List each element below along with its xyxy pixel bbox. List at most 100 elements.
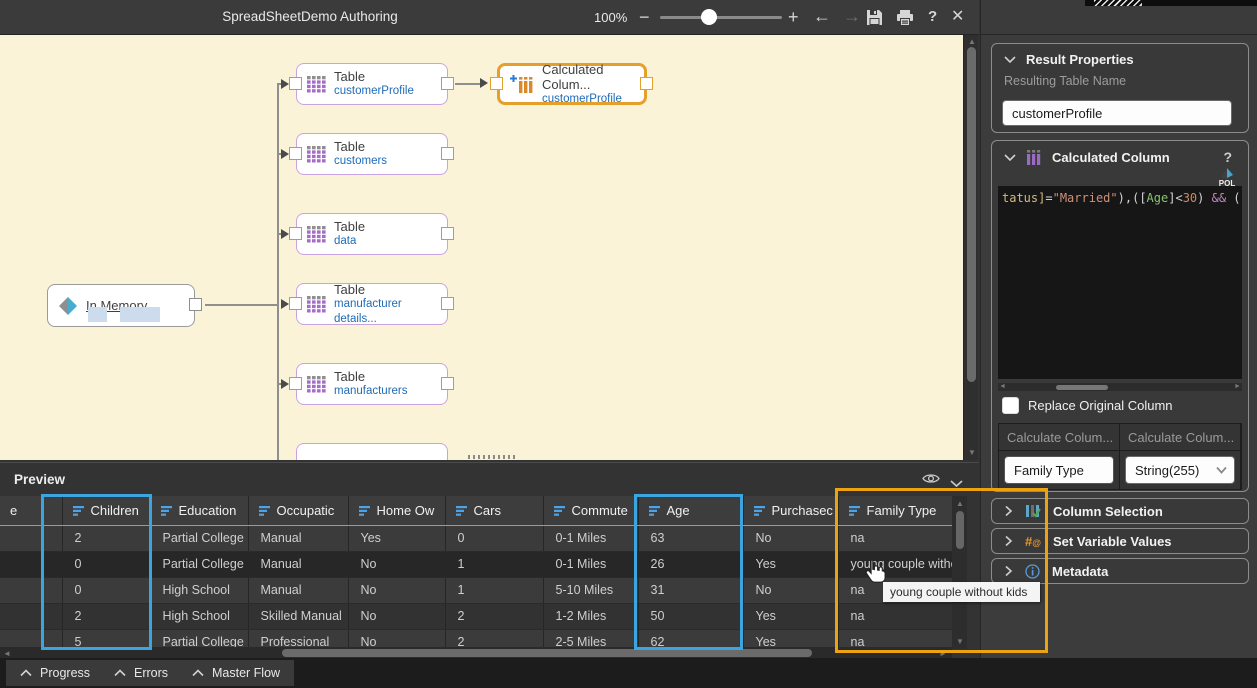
table-cell[interactable]: No <box>348 577 445 603</box>
table-cell[interactable] <box>0 577 62 603</box>
table-cell[interactable]: 63 <box>638 525 743 551</box>
code-editor[interactable]: tatus]="Married"),([Age]<30) && ( <box>998 186 1242 379</box>
table-cell[interactable]: 0 <box>62 551 150 577</box>
input-port[interactable] <box>289 297 302 310</box>
close-button[interactable]: ✕ <box>951 8 964 26</box>
zoom-slider-track[interactable] <box>660 16 782 19</box>
table-row[interactable]: 0Partial CollegeManualNo10-1 Miles26Yesy… <box>0 551 952 577</box>
print-button[interactable] <box>896 10 914 31</box>
help-button[interactable]: ? <box>928 8 937 26</box>
column-header-children[interactable]: Children <box>62 496 150 525</box>
column-header-family-type[interactable]: Family Type <box>838 496 952 525</box>
scrollbar-thumb[interactable] <box>967 47 976 382</box>
table-cell[interactable]: 2-5 Miles <box>543 629 638 648</box>
column-name-input[interactable]: Family Type <box>1004 456 1114 484</box>
table-cell[interactable]: Manual <box>248 525 348 551</box>
table-cell[interactable]: 1-2 Miles <box>543 603 638 629</box>
chevron-down-icon[interactable] <box>1004 153 1016 162</box>
column-header-commute[interactable]: Commute <box>543 496 638 525</box>
table-name-input[interactable]: customerProfile <box>1002 100 1232 126</box>
table-cell[interactable]: No <box>348 551 445 577</box>
table-cell[interactable]: Partial College <box>150 629 248 648</box>
scroll-left-arrow[interactable]: ◄ <box>3 649 11 658</box>
output-port[interactable] <box>189 298 202 311</box>
table-cell[interactable] <box>0 629 62 648</box>
table-cell[interactable]: 2 <box>62 525 150 551</box>
table-cell[interactable]: No <box>743 525 838 551</box>
column-header-age[interactable]: Age <box>638 496 743 525</box>
preview-vertical-scrollbar[interactable]: ▲ ▼ <box>952 496 967 649</box>
preview-horizontal-scrollbar[interactable]: ◄ ► <box>0 647 952 658</box>
scrollbar-thumb[interactable] <box>1056 385 1108 390</box>
output-port[interactable] <box>640 77 653 90</box>
input-port[interactable] <box>289 377 302 390</box>
tab-progress[interactable]: Progress <box>6 660 104 686</box>
column-header-occupatic[interactable]: Occupatic <box>248 496 348 525</box>
table-cell[interactable]: No <box>348 629 445 648</box>
table-cell[interactable]: young couple without kids <box>838 551 952 577</box>
table-cell[interactable]: 5-10 Miles <box>543 577 638 603</box>
zoom-out-button[interactable]: − <box>639 8 650 26</box>
redo-button[interactable]: → <box>843 7 861 25</box>
scroll-down-arrow[interactable]: ▼ <box>968 448 976 457</box>
node-table-data[interactable]: Table data <box>296 213 448 255</box>
input-port[interactable] <box>289 147 302 160</box>
table-cell[interactable]: Manual <box>248 577 348 603</box>
node-table-manufacturers[interactable]: Table manufacturers <box>296 363 448 405</box>
zoom-slider-thumb[interactable] <box>701 9 717 25</box>
scroll-right-arrow[interactable]: ► <box>939 649 947 658</box>
node-table-manufacturer-details[interactable]: Table manufacturer details... <box>296 283 448 325</box>
table-cell[interactable]: 50 <box>638 603 743 629</box>
column-type-select[interactable]: String(255) <box>1125 456 1235 484</box>
section-set-variable-values[interactable]: #@ Set Variable Values <box>991 528 1249 554</box>
column-header-e[interactable]: e <box>0 496 62 525</box>
output-port[interactable] <box>441 147 454 160</box>
table-cell[interactable]: Yes <box>743 629 838 648</box>
table-cell[interactable]: 31 <box>638 577 743 603</box>
tab-errors[interactable]: Errors <box>100 660 182 686</box>
scroll-up-arrow[interactable]: ▲ <box>968 37 976 46</box>
help-icon[interactable]: ? <box>1223 149 1232 165</box>
table-cell[interactable]: Partial College <box>150 551 248 577</box>
table-cell[interactable]: 2 <box>445 603 543 629</box>
scroll-down-arrow[interactable]: ▼ <box>956 637 964 646</box>
table-cell[interactable]: No <box>348 603 445 629</box>
output-port[interactable] <box>441 227 454 240</box>
column-header-education[interactable]: Education <box>150 496 248 525</box>
panel-resize-grip[interactable] <box>468 455 518 459</box>
section-column-selection[interactable]: Column Selection <box>991 498 1249 524</box>
table-cell[interactable]: 2 <box>62 603 150 629</box>
table-cell[interactable] <box>0 551 62 577</box>
table-cell[interactable]: High School <box>150 577 248 603</box>
table-row[interactable]: 2High SchoolSkilled ManualNo21-2 Miles50… <box>0 603 952 629</box>
table-cell[interactable]: 5 <box>62 629 150 648</box>
flow-canvas[interactable]: In Memory Table customerProfile Table cu… <box>0 35 963 460</box>
output-port[interactable] <box>441 77 454 90</box>
table-cell[interactable]: 0-1 Miles <box>543 525 638 551</box>
input-port[interactable] <box>289 77 302 90</box>
table-cell[interactable]: 2 <box>445 629 543 648</box>
table-cell[interactable]: Yes <box>743 551 838 577</box>
column-header-purchasec[interactable]: Purchasec <box>743 496 838 525</box>
node-table-customerprofile[interactable]: Table customerProfile <box>296 63 448 105</box>
column-header-cars[interactable]: Cars <box>445 496 543 525</box>
node-table-customers[interactable]: Table customers <box>296 133 448 175</box>
save-button[interactable] <box>866 9 883 31</box>
canvas-vertical-scrollbar[interactable]: ▲ ▼ <box>963 35 978 460</box>
table-cell[interactable]: 62 <box>638 629 743 648</box>
node-in-memory[interactable]: In Memory <box>47 284 195 327</box>
output-port[interactable] <box>441 377 454 390</box>
node-calculated-column[interactable]: Calculated Colum... customerProfile <box>497 63 647 105</box>
preview-eye-button[interactable] <box>922 472 940 490</box>
replace-original-column-checkbox[interactable] <box>1002 397 1019 414</box>
table-cell[interactable]: 26 <box>638 551 743 577</box>
table-cell[interactable]: 1 <box>445 577 543 603</box>
input-port[interactable] <box>289 227 302 240</box>
table-cell[interactable]: Yes <box>743 603 838 629</box>
editor-horizontal-scrollbar[interactable]: ◄ ► <box>998 383 1242 391</box>
scroll-up-arrow[interactable]: ▲ <box>956 499 964 508</box>
scrollbar-thumb[interactable] <box>282 649 812 657</box>
table-cell[interactable]: 0 <box>445 525 543 551</box>
table-cell[interactable]: Skilled Manual <box>248 603 348 629</box>
undo-button[interactable]: ← <box>813 7 831 25</box>
